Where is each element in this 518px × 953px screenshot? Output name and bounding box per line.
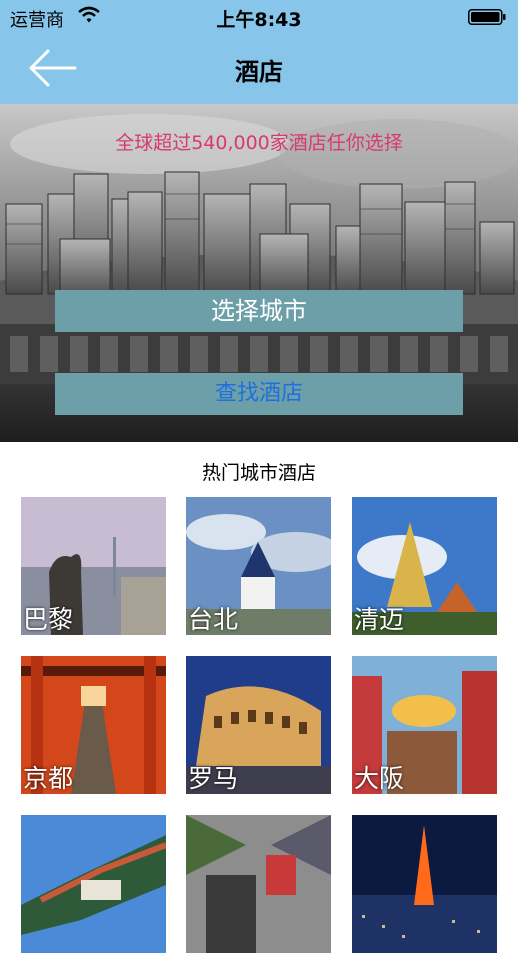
status-time: 上午8:43 xyxy=(216,9,302,31)
market-photo xyxy=(186,815,331,953)
city-label: 京都 xyxy=(23,764,74,793)
city-label: 罗马 xyxy=(188,764,239,793)
city-tile-7[interactable] xyxy=(21,815,166,953)
status-bar: 运营商 上午8:43 xyxy=(0,0,518,34)
top-bar: 运营商 上午8:43 酒店 xyxy=(0,0,518,104)
city-tile-paris[interactable]: 巴黎 xyxy=(21,497,166,635)
city-tile-rome[interactable]: 罗马 xyxy=(186,656,331,794)
city-tile-osaka[interactable]: 大阪 xyxy=(352,656,497,794)
tokyo-tower-photo xyxy=(352,815,497,953)
city-tile-kyoto[interactable]: 京都 xyxy=(21,656,166,794)
city-label: 巴黎 xyxy=(23,605,74,634)
city-tile-9[interactable] xyxy=(352,815,497,953)
battery-icon xyxy=(468,9,506,25)
city-tile-chiangmai[interactable]: 清迈 xyxy=(352,497,497,635)
city-tile-8[interactable] xyxy=(186,815,331,953)
select-city-button[interactable]: 选择城市 xyxy=(55,290,463,332)
hero-tagline: 全球超过540,000家酒店任你选择 xyxy=(115,132,403,154)
city-label: 清迈 xyxy=(354,605,405,634)
city-label: 大阪 xyxy=(354,764,405,793)
palace-photo xyxy=(21,815,166,953)
find-hotel-button[interactable]: 查找酒店 xyxy=(55,373,463,415)
city-label: 台北 xyxy=(188,605,239,634)
section-title: 热门城市酒店 xyxy=(201,462,316,484)
page-title: 酒店 xyxy=(235,58,283,86)
city-tile-taipei[interactable]: 台北 xyxy=(186,497,331,635)
hero-banner: 全球超过540,000家酒店任你选择 选择城市 查找酒店 xyxy=(0,104,518,442)
